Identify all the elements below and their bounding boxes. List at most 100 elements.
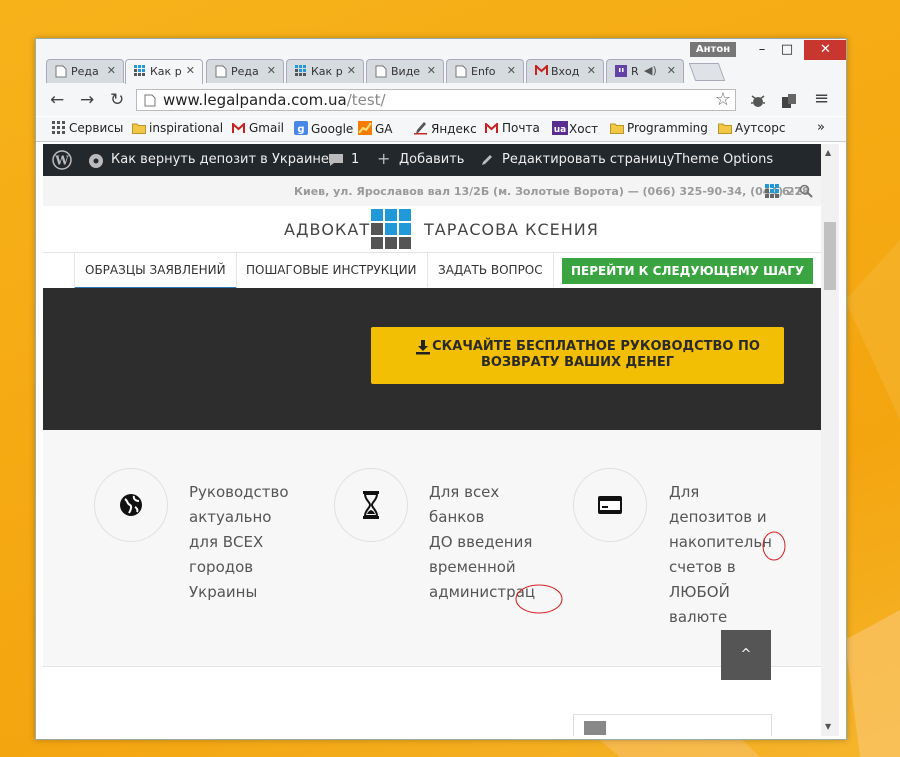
minimize-button[interactable]: – (750, 41, 774, 59)
feature-line: накопительных (669, 533, 773, 551)
tab-close-button[interactable]: ✕ (587, 64, 596, 77)
bookmark-star-icon[interactable]: ☆ (715, 89, 731, 110)
feature-card-circle (573, 468, 647, 542)
gmail-icon (535, 63, 548, 77)
bookmark-2[interactable]: inspirational (132, 121, 223, 135)
tab-close-button[interactable]: ✕ (667, 64, 676, 77)
admin-theme-options-link[interactable]: Theme Options (674, 152, 773, 167)
tab-7[interactable]: Вход ✕ (526, 59, 604, 83)
bookmark-6[interactable]: Яндекс (414, 121, 477, 136)
tab-5[interactable]: Виде ✕ (366, 59, 444, 83)
tab-3[interactable]: Реда ✕ (206, 59, 284, 83)
pencil-icon (482, 155, 492, 165)
download-line-1: СКАЧАЙТЕ БЕСПЛАТНОЕ РУКОВОДСТВО ПО (432, 339, 760, 354)
profile-button[interactable]: Антон (690, 42, 736, 57)
apps-icon (52, 121, 65, 134)
download-icon (416, 340, 430, 355)
chrome-menu-icon[interactable]: ≡ (814, 88, 829, 109)
tab-close-button[interactable]: ✕ (347, 64, 356, 77)
tab-2[interactable]: Как р ✕ (125, 59, 203, 84)
bookmark-7[interactable]: Почта (485, 121, 540, 136)
wordpress-icon[interactable]: W (52, 150, 72, 170)
feature-line: банков (429, 508, 485, 526)
tab-8[interactable]: R ◀) ✕ (606, 59, 684, 83)
admin-add-link[interactable]: Добавить (399, 152, 464, 167)
tab-close-button[interactable]: ✕ (507, 64, 516, 77)
feature-line: Для всех (429, 483, 500, 501)
wp-admin-bar: W Как вернуть депозит в Украине 1 + Доба… (43, 144, 821, 176)
feature-text-deposits: Для депозитов и накопительных счетов в ЛЮБОЙ… (669, 480, 773, 630)
analytics-icon (358, 121, 372, 135)
address-bar[interactable]: www.legalpanda.com.ua/test/ ☆ (136, 89, 736, 111)
tab-label: Реда (231, 65, 259, 78)
page-icon (375, 65, 387, 78)
next-step-button[interactable]: ПЕРЕЙТИ К СЛЕДУЮЩЕМУ ШАГУ (562, 258, 814, 284)
tab-close-button[interactable]: ✕ (186, 64, 195, 77)
bookmark-label: Хост (569, 122, 599, 136)
page-icon (55, 65, 67, 78)
feature-line: ДО введения (429, 533, 533, 551)
tab-close-button[interactable]: ✕ (107, 64, 116, 77)
bookmark-label: Programming (627, 121, 708, 135)
menu-item-templates[interactable]: ОБРАЗЦЫ ЗАЯВЛЕНИЙ (74, 253, 237, 289)
bookmark-9[interactable]: Programming (610, 121, 708, 135)
logo-text-left[interactable]: АДВОКАТ (284, 220, 370, 239)
logo-grid-icon[interactable] (371, 209, 412, 249)
bookmark-5[interactable]: GA (358, 121, 393, 136)
admin-edit-page-link[interactable]: Редактировать страницу (502, 152, 674, 167)
site-grid-icon (295, 65, 307, 77)
tab-6[interactable]: Enfo ✕ (446, 59, 524, 83)
extension-tools-icon[interactable] (780, 92, 798, 110)
close-window-button[interactable]: ✕ (804, 40, 846, 60)
url-host: www.legalpanda.com.ua (163, 91, 347, 109)
comments-icon (329, 154, 343, 166)
contact-info: Киев, ул. Ярославов вал 13/2Б (м. Золоты… (294, 185, 803, 198)
folder-icon (610, 122, 624, 135)
tab-label: Виде (391, 65, 421, 78)
admin-comments-count[interactable]: 1 (351, 152, 359, 167)
site-header: АДВОКАТ ТАРАСОВА КСЕНИЯ (43, 206, 821, 252)
back-button[interactable]: ← (50, 90, 64, 110)
reload-button[interactable]: ↻ (110, 90, 124, 110)
bookmark-1[interactable]: Сервисы (52, 121, 123, 135)
forward-button[interactable]: → (80, 90, 94, 110)
maximize-button[interactable]: □ (775, 41, 799, 59)
scroll-to-top-button[interactable]: ^ (721, 630, 771, 680)
menu-item-instructions[interactable]: ПОШАГОВЫЕ ИНСТРУКЦИИ (236, 253, 428, 287)
google-icon: g (294, 121, 308, 135)
new-tab-button[interactable] (688, 63, 726, 81)
features-section: Руководство актуально для ВСЕХ городов Украи… (43, 430, 821, 667)
gmail-icon (485, 121, 498, 136)
feature-line: актуально (189, 508, 272, 526)
bookmark-label: Сервисы (69, 121, 124, 135)
download-guide-button[interactable]: СКАЧАЙТЕ БЕСПЛАТНОЕ РУКОВОДСТВО ПО ВОЗВР… (371, 327, 784, 384)
bookmark-8[interactable]: ua Хост (552, 121, 598, 136)
logo-text-right[interactable]: ТАРАСОВА КСЕНИЯ (424, 220, 599, 239)
page-scrollbar[interactable]: ▲ ▼ (821, 144, 839, 736)
menu-item-ask[interactable]: ЗАДАТЬ ВОПРОС (428, 253, 554, 287)
plus-icon: + (377, 149, 391, 168)
tab-close-button[interactable]: ✕ (427, 64, 436, 77)
bookmark-10[interactable]: Аутсорс (718, 121, 785, 135)
svg-text:ua: ua (554, 125, 566, 135)
bookmark-3[interactable]: Gmail (232, 121, 284, 136)
feature-line: депозитов и (669, 508, 767, 526)
pen-icon (414, 121, 427, 135)
extension-bug-icon[interactable] (749, 92, 767, 110)
tab-label: Реда (71, 65, 99, 78)
tab-4[interactable]: Как р ✕ (286, 59, 364, 83)
hourglass-icon (363, 491, 379, 519)
site-grid-icon (134, 65, 146, 77)
scroll-thumb[interactable] (824, 222, 836, 290)
tab-label: Как р (311, 65, 343, 78)
bookmarks-more-button[interactable]: » (817, 120, 825, 135)
scroll-up-arrow[interactable]: ▲ (825, 148, 831, 157)
svg-text:g: g (297, 124, 304, 135)
scroll-down-arrow[interactable]: ▼ (825, 722, 831, 731)
search-icon[interactable] (799, 184, 813, 198)
tab-close-button[interactable]: ✕ (267, 64, 276, 77)
tab-1[interactable]: Реда ✕ (46, 59, 124, 83)
bookmark-4[interactable]: g Google (294, 121, 353, 136)
admin-site-link[interactable]: Как вернуть депозит в Украине (111, 152, 329, 167)
download-section: СКАЧАЙТЕ БЕСПЛАТНОЕ РУКОВОДСТВО ПО ВОЗВР… (43, 288, 821, 430)
